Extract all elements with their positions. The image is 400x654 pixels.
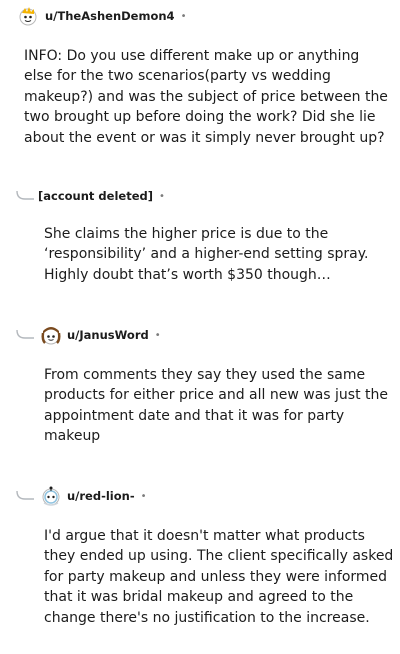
- comment-line: they ended up using. The client specific…: [44, 548, 394, 565]
- separator-dot: •: [180, 10, 187, 22]
- comment-body-2: She claims the higher price is due to th…: [44, 224, 389, 285]
- comment-line: INFO: Do you use different make up or an…: [24, 48, 360, 64]
- comment-body-1: INFO: Do you use different make up or an…: [24, 46, 389, 148]
- comment-header-4: u/red-lion- •: [16, 486, 147, 506]
- comment-line: about the event or was it simply never b…: [24, 129, 385, 146]
- comment-header-1: u/TheAshenDemon4 •: [17, 6, 186, 26]
- comment-line: She claims the higher price is due to th…: [44, 226, 329, 242]
- comment-line: else for the two scenarios(party vs wedd…: [24, 68, 331, 85]
- comment-body-3: From comments they say they used the sam…: [44, 365, 389, 447]
- comment-line: From comments they say they used the sam…: [44, 367, 366, 383]
- comment-line: change there's no justification to the i…: [44, 609, 370, 626]
- comment-line: Highly doubt that’s worth $350 though…: [44, 266, 331, 283]
- comment-line: that it was bridal makeup and agreed to …: [44, 589, 354, 606]
- comment-header-2: [account deleted] •: [16, 186, 165, 206]
- comment-author[interactable]: u/red-lion-: [67, 489, 135, 503]
- reply-arrow-icon: [16, 330, 34, 339]
- comment-line: ‘responsibility’ and a higher-end settin…: [44, 246, 369, 263]
- separator-dot: •: [140, 490, 147, 502]
- comment-line: for party makeup and unless they were in…: [44, 568, 388, 585]
- comment-line: appointment date and that it was for par…: [44, 407, 345, 424]
- comment-line: I'd argue that it doesn't matter what pr…: [44, 528, 365, 544]
- separator-dot: •: [154, 329, 161, 341]
- comment-line: two brought up before doing the work? Di…: [24, 109, 376, 126]
- reply-arrow-icon: [16, 491, 34, 500]
- comment-line: makeup?) and was the subject of price be…: [24, 88, 388, 105]
- snoo-avatar-icon[interactable]: [17, 5, 39, 27]
- reply-arrow-icon: [16, 191, 34, 200]
- snoo-avatar-icon[interactable]: [40, 485, 62, 507]
- comment-author[interactable]: u/JanusWord: [67, 328, 149, 342]
- comment-author[interactable]: u/TheAshenDemon4: [45, 9, 175, 23]
- separator-dot: •: [158, 190, 165, 202]
- comment-body-4: I'd argue that it doesn't matter what pr…: [44, 526, 394, 628]
- comment-author[interactable]: [account deleted]: [38, 189, 153, 203]
- comment-line: products for either price and all new wa…: [44, 387, 388, 404]
- comment-header-3: u/JanusWord •: [16, 325, 161, 345]
- comment-line: makeup: [44, 428, 101, 445]
- snoo-avatar-icon[interactable]: [40, 324, 62, 346]
